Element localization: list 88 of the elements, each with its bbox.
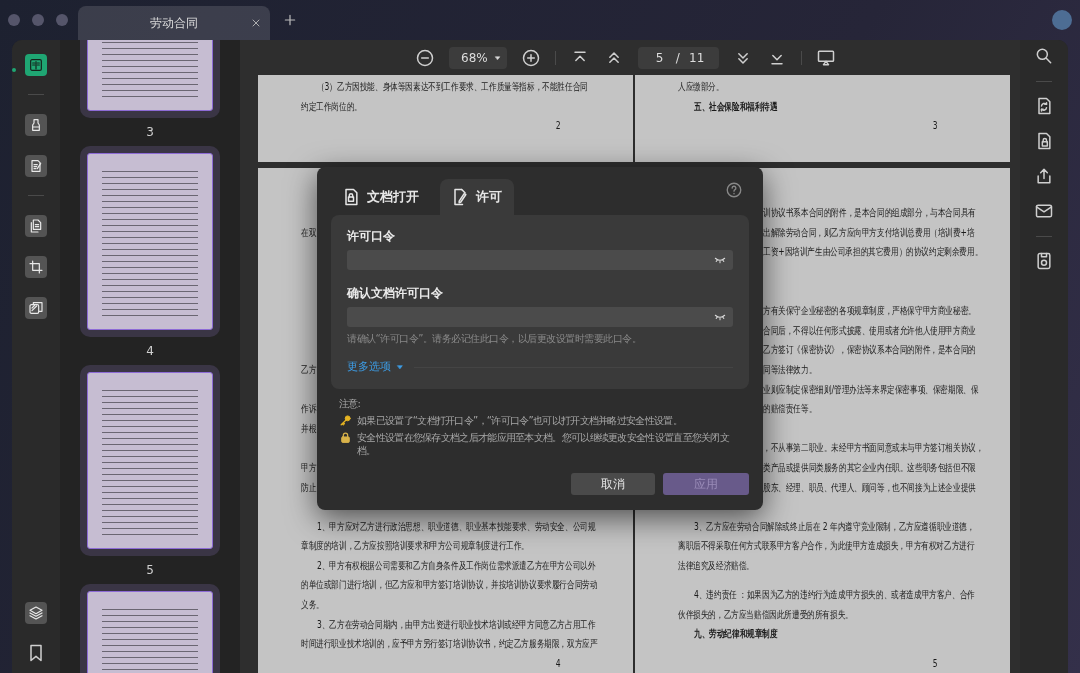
- document-text: 在双: [301, 225, 317, 240]
- document-text: 约定工作岗位的。: [301, 99, 362, 114]
- page-label: 3: [146, 124, 154, 141]
- search-icon[interactable]: [1034, 46, 1054, 66]
- tool-button[interactable]: [25, 54, 47, 76]
- document-text: 甲方: [301, 460, 317, 475]
- key-icon: [339, 414, 352, 427]
- crop-icon: [28, 259, 44, 275]
- plus-icon[interactable]: [282, 12, 298, 28]
- book-icon: [28, 57, 44, 73]
- field-label: 许可口令: [347, 229, 396, 243]
- share-icon[interactable]: [1034, 166, 1054, 186]
- caret-icon: [493, 53, 501, 62]
- document-text: 业则应制定保密细则/管理办法等来界定保密事项、保密期限、保: [763, 382, 979, 397]
- password-field[interactable]: [347, 307, 733, 327]
- page-number: 3: [932, 119, 938, 134]
- tool-button[interactable]: [25, 155, 47, 177]
- document-text: 乙方签订《保密协议》，保密协议系本合同的附件，是本合同的: [763, 343, 976, 358]
- note-title: 注意:: [339, 397, 362, 410]
- document-text: 出解除劳动合同，则乙方应向甲方支付培训总费用（培训费+培: [763, 225, 975, 240]
- document-text: 人应缴部分。: [678, 80, 724, 95]
- page-separator: /: [675, 50, 680, 65]
- zoom-in-icon[interactable]: [521, 47, 541, 68]
- close-icon[interactable]: [250, 17, 262, 29]
- document-text: 工资+因培训产生由公司承担的其它费用）的协议约定剩余费用。: [763, 245, 983, 260]
- page-field[interactable]: 5: [652, 50, 667, 65]
- document-text: 4、违约责任 ：如果因为乙方的违约行为造成甲方损失的、或者造成甲方客户、合作: [694, 588, 975, 603]
- document-text: 同等法律效力。: [763, 362, 817, 377]
- document-text: 离职后不得采取任何方式联系甲方客户合作，为此使甲方造成损失，甲方有权对乙方进行: [678, 539, 975, 554]
- document-text: 训协议书系本合同的附件，是本合同的组成部分，与本合同具有: [763, 206, 976, 221]
- tool-button[interactable]: [25, 256, 47, 278]
- document-text: 股东、经理、职员、代理人、顾问等，也不间接为上述企业提供: [763, 480, 976, 495]
- section-heading: 九、劳动纪律和规章制度: [694, 627, 778, 642]
- document-text: 乙方: [301, 362, 317, 377]
- document-text: 类产品或提供同类服务的其它企业内任职。这些职务包括但不限: [763, 460, 976, 475]
- document-text: 法律追究及经济赔偿。: [678, 558, 754, 573]
- document-text: 2、甲方有权根据公司需要和乙方自身条件及工作岗位需求派遣乙方在甲方公司以外: [317, 558, 596, 573]
- document-text: 1、甲方应对乙方进行政治思想、职业道德、职业基本技能要求、劳动安全、公司规: [317, 519, 596, 534]
- lock-icon: [339, 431, 352, 444]
- document-tab[interactable]: 劳动合同: [78, 6, 270, 40]
- tool-button[interactable]: [25, 114, 47, 136]
- document-text: 3、乙方应在劳动合同解除或终止后在 2 年内遵守竞业限制，乙方应遵循职业道德，: [694, 519, 975, 534]
- document-text: 并根: [301, 421, 317, 436]
- tool-button[interactable]: [25, 602, 47, 624]
- page-count: 11: [689, 50, 705, 65]
- document-text: 的赔偿责任等。: [763, 402, 817, 417]
- document-text: 章制度的培训，乙方应按照培训要求和甲方公司规章制度进行工作。: [301, 539, 529, 554]
- avatar[interactable]: [1052, 10, 1072, 30]
- page-thumbnail[interactable]: [87, 372, 213, 549]
- zoom-out-icon[interactable]: [415, 47, 435, 68]
- page-label: 5: [146, 562, 154, 579]
- document-text: 义务。: [301, 598, 324, 613]
- active-indicator: [12, 67, 16, 72]
- page-thumbnail[interactable]: [87, 153, 213, 330]
- page-label: 4: [146, 343, 154, 360]
- section-heading: 五、社会保险和福利待遇: [694, 99, 778, 114]
- stacked-squares-icon: [28, 300, 44, 316]
- document-text: （3）乙方因技能、身体等因素达不到工作要求、工作质量等指标，不能胜任合同: [317, 80, 588, 95]
- document-text: 伙伴损失的，乙方应当赔偿因此所遭受的所有损失。: [678, 607, 853, 622]
- document-pen-icon: [28, 158, 44, 174]
- tool-button[interactable]: [25, 297, 47, 319]
- more-options-link[interactable]: 更多选项: [347, 360, 404, 374]
- note-text: 如果已设置了“文档打开口令”，“许可口令”也可以打开文档并略过安全性设置。: [357, 414, 683, 427]
- document-text: 作诉: [301, 402, 317, 417]
- document-text: 时间进行职业技术培训的，应予甲方另行签订培训协议书，约定乙方服务期限，双方应严: [301, 637, 598, 652]
- help-icon[interactable]: [725, 181, 743, 199]
- document-text: 的单位或部门进行培训，但乙方应和甲方签订培训协议，并按培训协议要求履行合同劳动: [301, 578, 598, 593]
- tool-button[interactable]: [25, 215, 47, 237]
- document-text: ，不从事第二职业。未经甲方书面同意或未与甲方签订相关协议，: [763, 441, 984, 456]
- field-label: 确认文档许可口令: [347, 286, 444, 300]
- password-field[interactable]: [347, 250, 733, 270]
- document-text: 合同后，不得以任何形式披露、使用或者允许他人使用甲方商业: [763, 323, 976, 338]
- page-number: 5: [932, 656, 938, 671]
- document-text: 防止: [301, 480, 317, 495]
- dialog-tab[interactable]: 许可: [440, 179, 514, 215]
- page-number: 4: [555, 656, 561, 671]
- pages-icon: [28, 218, 44, 234]
- document-text: 方有关保守企业秘密的各项规章制度，严格保守甲方商业秘密。: [763, 304, 976, 319]
- hint-text: 请确认“许可口令”。请务必记住此口令，以后更改设置时需要此口令。: [347, 332, 643, 346]
- page-number: 2: [555, 119, 561, 134]
- dialog-tab[interactable]: 文档打开: [331, 179, 431, 215]
- document-text: 3、乙方在劳动合同期内，由甲方出资进行职业技术培训或经甲方同意乙方占用工作: [317, 617, 596, 632]
- caret-icon: [396, 363, 404, 371]
- layers-icon: [28, 605, 44, 621]
- zoom-dropdown[interactable]: 68%: [449, 46, 507, 69]
- cancel-button[interactable]: 取消: [571, 473, 655, 495]
- note-text: 安全性设置在您保存文档之后才能应用至本文档。您可以继续更改安全性设置直至您关闭文档。: [357, 431, 729, 457]
- mail-icon[interactable]: [1034, 201, 1054, 221]
